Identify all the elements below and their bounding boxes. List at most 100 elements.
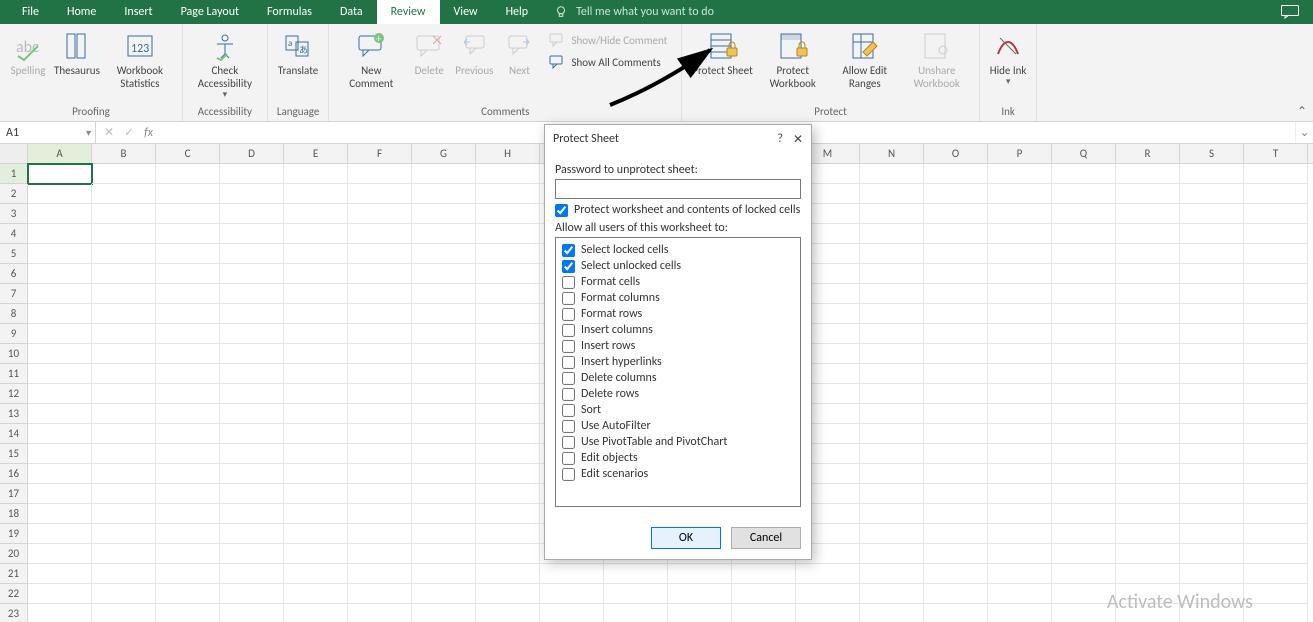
cell[interactable] [860,424,924,444]
cell[interactable] [92,444,156,464]
cell[interactable] [220,564,284,584]
cell[interactable] [284,544,348,564]
cell[interactable] [1116,244,1180,264]
cell[interactable] [348,184,412,204]
cell[interactable] [220,484,284,504]
cell[interactable] [412,304,476,324]
cell[interactable] [28,424,92,444]
column-header[interactable]: O [924,144,988,163]
cell[interactable] [156,204,220,224]
cell[interactable] [1052,344,1116,364]
cell[interactable] [284,204,348,224]
cell[interactable] [860,484,924,504]
cell[interactable] [348,364,412,384]
cell[interactable] [1180,224,1244,244]
cell[interactable] [1052,404,1116,424]
cell[interactable] [924,204,988,224]
collapse-ribbon-icon[interactable]: ⌃ [1297,104,1307,119]
cell[interactable] [412,424,476,444]
cell[interactable] [1116,184,1180,204]
cell[interactable] [156,604,220,622]
delete-comment-button[interactable]: Delete [407,28,451,103]
cell[interactable] [476,324,540,344]
cell[interactable] [156,544,220,564]
cell[interactable] [92,224,156,244]
cell[interactable] [412,504,476,524]
column-header[interactable]: N [860,144,924,163]
cancel-button[interactable]: Cancel [731,527,801,549]
cell[interactable] [220,244,284,264]
cell[interactable] [348,404,412,424]
cell[interactable] [860,184,924,204]
cell[interactable] [220,444,284,464]
cell[interactable] [284,464,348,484]
cell[interactable] [92,464,156,484]
cell[interactable] [924,544,988,564]
cell[interactable] [92,564,156,584]
cell[interactable] [1180,384,1244,404]
dialog-close-icon[interactable]: ✕ [793,132,803,147]
cell[interactable] [348,584,412,604]
check-accessibility-button[interactable]: Check Accessibility ▾ [189,28,261,103]
cell[interactable] [476,364,540,384]
cell[interactable] [348,504,412,524]
cell[interactable] [284,524,348,544]
cell[interactable] [92,404,156,424]
cell[interactable] [412,264,476,284]
cell[interactable] [412,384,476,404]
cell[interactable] [1116,164,1180,184]
cell[interactable] [924,284,988,304]
select-all-corner[interactable] [0,144,28,163]
cell[interactable] [1052,464,1116,484]
cell[interactable] [476,264,540,284]
cell[interactable] [796,584,860,604]
cell[interactable] [988,264,1052,284]
cell[interactable] [924,224,988,244]
cell[interactable] [220,164,284,184]
cell[interactable] [1180,484,1244,504]
cell[interactable] [1180,404,1244,424]
cell[interactable] [668,564,732,584]
cell[interactable] [476,384,540,404]
cell[interactable] [732,564,796,584]
cell[interactable] [284,384,348,404]
tab-home[interactable]: Home [53,0,110,24]
cell[interactable] [1116,484,1180,504]
cell[interactable] [156,244,220,264]
cell[interactable] [92,364,156,384]
cell[interactable] [92,324,156,344]
cell[interactable] [860,564,924,584]
cell[interactable] [220,384,284,404]
row-header[interactable]: 18 [0,504,28,524]
cell[interactable] [1244,404,1308,424]
cell[interactable] [1116,524,1180,544]
cell[interactable] [476,564,540,584]
cell[interactable] [1180,164,1244,184]
cell[interactable] [1180,504,1244,524]
tab-data[interactable]: Data [326,0,377,24]
cell[interactable] [476,604,540,622]
namebox-dropdown-icon[interactable]: ▾ [86,126,91,139]
cell[interactable] [1180,604,1244,622]
cell[interactable] [412,564,476,584]
permission-item[interactable]: Edit scenarios [562,466,794,482]
row-header[interactable]: 21 [0,564,28,584]
cell[interactable] [28,204,92,224]
cell[interactable] [668,604,732,622]
cell[interactable] [1244,244,1308,264]
tab-formulas[interactable]: Formulas [253,0,326,24]
cell[interactable] [1180,324,1244,344]
cell[interactable] [988,164,1052,184]
cell[interactable] [924,404,988,424]
cell[interactable] [156,184,220,204]
cell[interactable] [476,244,540,264]
cell[interactable] [796,564,860,584]
cell[interactable] [604,564,668,584]
cell[interactable] [348,524,412,544]
permission-item[interactable]: Edit objects [562,450,794,466]
cell[interactable] [412,604,476,622]
cell[interactable] [156,264,220,284]
cell[interactable] [28,244,92,264]
cell[interactable] [988,384,1052,404]
row-header[interactable]: 12 [0,384,28,404]
